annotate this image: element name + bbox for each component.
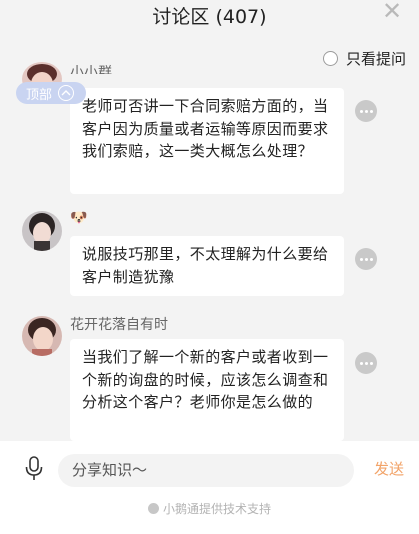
close-icon[interactable]: ✕ [381, 0, 403, 23]
radio-button[interactable] [322, 51, 338, 66]
more-options-icon[interactable] [355, 248, 377, 270]
microphone-icon[interactable] [24, 456, 44, 482]
author-name: 小小群 [70, 65, 112, 74]
author-name: 花开花落自有时 [70, 317, 168, 333]
only-questions-filter[interactable]: 只看提问 [322, 48, 406, 69]
header: 讨论区 (407) ✕ [0, 0, 419, 36]
check-icon [147, 503, 159, 514]
page-title: 讨论区 (407) [152, 6, 267, 28]
pinned-badge[interactable]: 顶部 [16, 82, 86, 104]
more-options-icon[interactable] [355, 352, 377, 374]
message-bubble: 说服技巧那里，不太理解为什么要给客户制造犹豫 [70, 236, 344, 296]
avatar[interactable] [22, 316, 62, 356]
author-name: 🐶 [70, 210, 88, 226]
send-button[interactable]: 发送 [374, 458, 404, 479]
message-bubble: 老师可否讲一下合同索赔方面的，当客户因为质量或者运输等原因而要求我们索赔，这一类… [70, 88, 344, 194]
comment-input[interactable]: 分享知识～ [58, 454, 354, 487]
footer-text: 小鹅通提供技术支持 [162, 502, 271, 516]
pinned-label: 顶部 [26, 87, 53, 103]
avatar[interactable] [22, 211, 62, 251]
composer-bar: 分享知识～ 发送 小鹅通提供技术支持 [0, 441, 419, 534]
chevron-up-icon[interactable] [58, 85, 75, 101]
message-bubble: 当我们了解一个新的客户或者收到一个新的询盘的时候，应该怎么调查和分析这个客户？老… [70, 339, 344, 441]
more-options-icon[interactable] [355, 100, 377, 122]
filter-label: 只看提问 [345, 50, 406, 68]
footer-credit: 小鹅通提供技术支持 [0, 500, 419, 517]
